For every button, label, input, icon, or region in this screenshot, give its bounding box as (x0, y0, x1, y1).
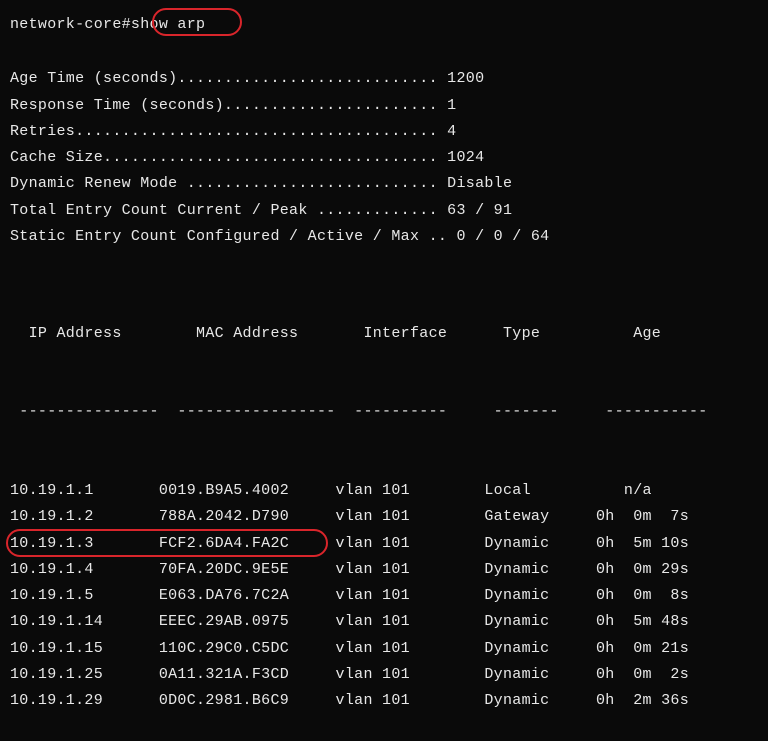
prompt-host: network-core# (10, 16, 131, 33)
settings-row: Dynamic Renew Mode .....................… (10, 171, 758, 197)
table-row: 10.19.1.2 788A.2042.D790 vlan 101 Gatewa… (10, 504, 758, 530)
arp-table: IP Address MAC Address Interface Type Ag… (10, 268, 758, 741)
arp-table-body: 10.19.1.1 0019.B9A5.4002 vlan 101 Local … (10, 478, 758, 714)
settings-row: Cache Size..............................… (10, 145, 758, 171)
arp-table-underline: --------------- ----------------- ------… (10, 399, 758, 425)
table-row: 10.19.1.15 110C.29C0.C5DC vlan 101 Dynam… (10, 636, 758, 662)
table-row: 10.19.1.4 70FA.20DC.9E5E vlan 101 Dynami… (10, 557, 758, 583)
table-row: 10.19.1.25 0A11.321A.F3CD vlan 101 Dynam… (10, 662, 758, 688)
settings-row: Response Time (seconds).................… (10, 93, 758, 119)
row-highlight-annotation (6, 529, 328, 557)
settings-row: Age Time (seconds)......................… (10, 66, 758, 92)
settings-row: Retries.................................… (10, 119, 758, 145)
table-row: 10.19.1.14 EEEC.29AB.0975 vlan 101 Dynam… (10, 609, 758, 635)
table-row: 10.19.1.29 0D0C.2981.B6C9 vlan 101 Dynam… (10, 688, 758, 714)
table-row: 10.19.1.3 FCF2.6DA4.FA2C vlan 101 Dynami… (10, 531, 758, 557)
table-row: 10.19.1.5 E063.DA76.7C2A vlan 101 Dynami… (10, 583, 758, 609)
arp-settings-block: Age Time (seconds)......................… (10, 66, 758, 250)
terminal-prompt-line[interactable]: network-core#show arp (10, 12, 758, 38)
prompt-command: show arp (131, 16, 205, 33)
settings-row: Static Entry Count Configured / Active /… (10, 224, 758, 250)
arp-table-header: IP Address MAC Address Interface Type Ag… (10, 321, 758, 347)
settings-row: Total Entry Count Current / Peak .......… (10, 198, 758, 224)
table-row: 10.19.1.1 0019.B9A5.4002 vlan 101 Local … (10, 478, 758, 504)
